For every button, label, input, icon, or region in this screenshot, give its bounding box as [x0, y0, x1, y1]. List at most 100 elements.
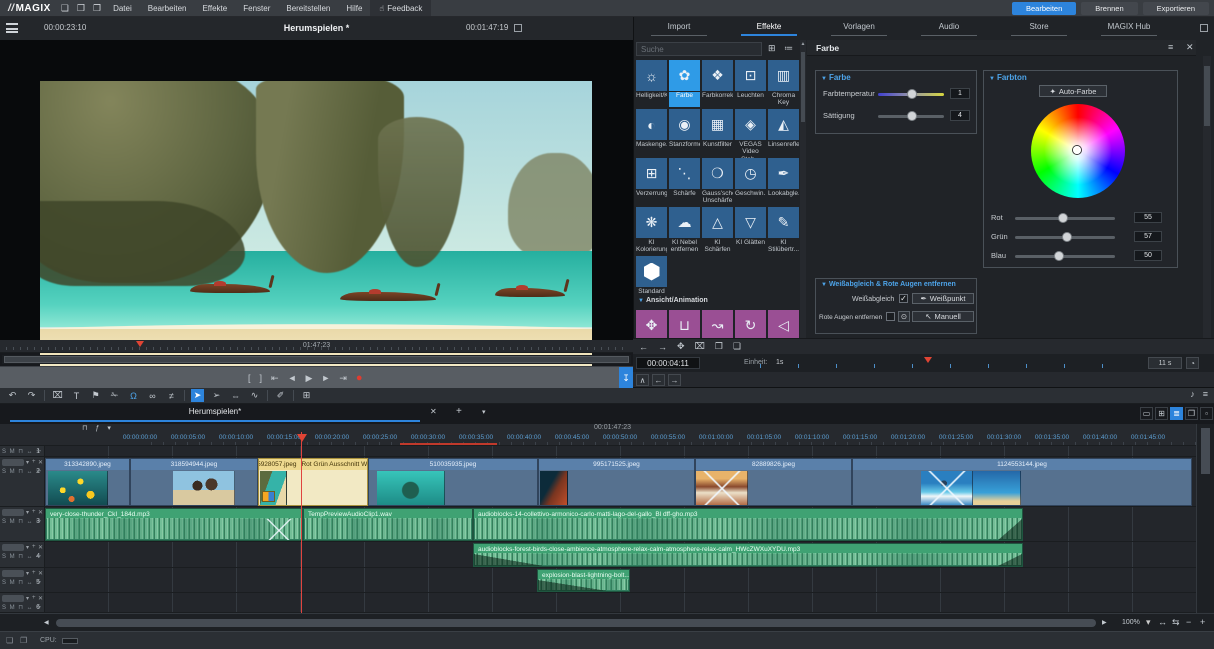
view-detail-button[interactable]: ▫ — [1200, 407, 1213, 420]
effect-tile-geschwin-[interactable]: ◷Geschwin... — [735, 158, 766, 205]
farbtemperatur-slider-track[interactable] — [878, 93, 944, 96]
view-monitor-button[interactable]: ▭ — [1140, 407, 1153, 420]
view-storyboard-button[interactable]: ⊞ — [1155, 407, 1168, 420]
effect-tile-lookabgle-[interactable]: ✒Lookabgle... — [768, 158, 799, 205]
menu-item-datei[interactable]: Datei — [105, 0, 140, 16]
track-mini-add-icon[interactable]: + — [32, 459, 36, 465]
menu-item-hilfe[interactable]: Hilfe — [338, 0, 370, 16]
track-content-1[interactable] — [45, 446, 1196, 456]
open-project-icon[interactable]: ❒ — [73, 3, 89, 14]
effect-paste-icon[interactable]: ❏ — [733, 341, 741, 352]
range-out-button[interactable]: ] — [260, 373, 263, 383]
farbe-group-title[interactable]: ▼Farbe — [821, 73, 851, 82]
effect-tile-kunstfilter[interactable]: ▦Kunstfilter — [702, 109, 733, 156]
track-mini-dropdown-icon[interactable]: ▾ — [26, 544, 29, 551]
status-grid-icon[interactable]: ❏ — [6, 636, 13, 645]
view-timeline-button[interactable]: ≣ — [1170, 407, 1183, 420]
gruen-slider-thumb[interactable] — [1062, 232, 1072, 242]
timeline-vertical-scrollbar[interactable] — [1196, 424, 1214, 613]
auto-farbe-button[interactable]: ✦Auto-Farbe — [1039, 85, 1107, 97]
effect-timecode[interactable]: 00:00:04:11 — [636, 357, 700, 369]
farbtemperatur-slider-thumb[interactable] — [907, 89, 917, 99]
new-project-icon[interactable]: ❏ — [57, 3, 73, 14]
tab-vorlagen[interactable]: Vorlagen — [831, 22, 887, 36]
effect-tile-helligkeit-kontrast[interactable]: ☼Helligkeit/Kontrast — [636, 60, 667, 107]
jump-start-button[interactable]: ⇤ — [271, 373, 279, 384]
effect-tile-chroma-key[interactable]: ▥Chroma Key — [768, 60, 799, 107]
tab-magix-hub[interactable]: MAGIX Hub — [1101, 22, 1157, 36]
effect-tile-stanzformen[interactable]: ◉Stanzformen — [669, 109, 700, 156]
view-multicam-button[interactable]: ❐ — [1185, 407, 1198, 420]
video-clip[interactable]: 245928057.jpegRot Grün Ausschnitt We... — [258, 458, 368, 506]
tab-close-icon[interactable]: ✕ — [430, 407, 437, 416]
effect-next-icon[interactable]: → — [658, 342, 667, 352]
panel-close-icon[interactable]: ✕ — [1186, 42, 1194, 53]
ruler-menu-icon[interactable]: ▾ — [107, 424, 111, 432]
track-mini-dropdown-icon[interactable]: ▾ — [26, 509, 29, 516]
manuell-button[interactable]: ↖Manuell — [912, 311, 974, 322]
saettigung-slider-track[interactable] — [878, 115, 944, 118]
marker-button[interactable]: ⚑ — [89, 389, 102, 402]
view-tile-größe-[interactable]: ✥Größe/... — [636, 310, 667, 338]
effect-tile-farbe[interactable]: ✿Farbe — [669, 60, 700, 107]
audio-clip[interactable]: very-close-thunder_CkI_184d.mp3 — [45, 508, 303, 541]
ungroup-button[interactable]: ≠ — [165, 389, 178, 402]
audio-clip[interactable]: audioblocks-14-collettivo-armonico-carlo… — [473, 508, 1023, 541]
next-frame-button[interactable]: ► — [321, 373, 330, 383]
audio-clip[interactable]: explosion-blast-lightning-bolt... — [537, 569, 630, 592]
tab-dropdown-icon[interactable]: ▾ — [482, 408, 486, 416]
mouse-mode-all-button[interactable]: ➤ — [191, 389, 204, 402]
feedback-menu[interactable]: ☝Feedback — [370, 0, 431, 16]
track-mini-close-icon[interactable]: ✕ — [38, 570, 43, 577]
audio-speaker-icon[interactable]: ♪ — [1190, 389, 1195, 399]
effect-tile-ki-stilübertr-[interactable]: ✎KI Stilübertr... — [768, 207, 799, 254]
clip-prev-button[interactable]: ← — [652, 374, 665, 386]
effect-tile-verzerrung[interactable]: ⊞Verzerrung — [636, 158, 667, 205]
video-clip[interactable]: 82889826.jpeg — [695, 458, 852, 506]
grid-view-icon[interactable]: ⊞ — [768, 43, 776, 54]
menu-item-effekte[interactable]: Effekte — [194, 0, 235, 16]
audio-clip[interactable]: audioblocks-forest-birds-close-ambience-… — [473, 543, 1023, 567]
farbton-group-title[interactable]: ▼Farbton — [989, 73, 1027, 82]
bearbeiten-mode-button[interactable]: Bearbeiten — [1012, 2, 1076, 15]
preview-playhead-marker[interactable] — [136, 341, 144, 351]
track-mini-close-icon[interactable]: ✕ — [38, 509, 43, 516]
effect-tile-ki-schärfen[interactable]: △KI Schärfen — [702, 207, 733, 254]
effect-tile-linsenrefle-[interactable]: ◭Linsenrefle... — [768, 109, 799, 156]
effect-tile-ki-nebel-entfernen[interactable]: ☁KI Nebel entfernen — [669, 207, 700, 254]
mouse-mode-curve-button[interactable]: ∿ — [248, 389, 261, 402]
track-mini-close-icon[interactable]: ✕ — [38, 459, 43, 466]
effect-delete-icon[interactable]: ⌧ — [695, 341, 705, 352]
video-clip[interactable]: 318594944.jpeg — [130, 458, 258, 506]
save-project-icon[interactable]: ❐ — [89, 3, 105, 14]
effect-tile-vegas-video-stab-[interactable]: ◈VEGAS Video Stab... — [735, 109, 766, 163]
keyframe-toggle-icon[interactable]: ⊓ — [82, 424, 87, 432]
effect-tile-standard[interactable]: Standard — [636, 256, 667, 303]
track-mini-dropdown-icon[interactable]: ▾ — [26, 570, 29, 577]
track-mini-add-icon[interactable]: + — [32, 509, 36, 515]
panel-menu-icon[interactable]: ≡ — [1168, 42, 1173, 52]
undock-icon[interactable] — [514, 24, 522, 32]
rot-slider-track[interactable] — [1015, 217, 1115, 220]
effects-scrollbar[interactable]: ▲ — [800, 40, 806, 338]
undo-button[interactable]: ↶ — [6, 389, 19, 402]
effect-tile-maskenge-[interactable]: ◐Maskenge... — [636, 109, 667, 156]
brennen-mode-button[interactable]: Brennen — [1081, 2, 1137, 15]
blau-slider-thumb[interactable] — [1054, 251, 1064, 261]
track-mini-add-icon[interactable]: + — [32, 544, 36, 550]
rote-augen-checkbox[interactable] — [886, 312, 895, 321]
automation-button[interactable]: ✐ — [274, 389, 287, 402]
clip-next-button[interactable]: → — [668, 374, 681, 386]
rot-slider-thumb[interactable] — [1058, 213, 1068, 223]
zoom-range-icon[interactable]: ⇆ — [1172, 617, 1180, 628]
mouse-mode-stretch-button[interactable]: ⇔ — [229, 389, 242, 402]
preview-scrollbar[interactable] — [2, 355, 631, 364]
track-mini-add-icon[interactable]: + — [32, 595, 36, 601]
panel-scrollbar[interactable] — [1203, 56, 1211, 338]
track-mini-close-icon[interactable]: ✕ — [38, 595, 43, 602]
gruen-slider-track[interactable] — [1015, 236, 1115, 239]
search-input[interactable] — [636, 42, 762, 56]
color-wheel-selector[interactable] — [1073, 146, 1081, 154]
tab-effekte[interactable]: Effekte — [741, 22, 797, 36]
track-mini-dropdown-icon[interactable]: ▾ — [26, 595, 29, 602]
